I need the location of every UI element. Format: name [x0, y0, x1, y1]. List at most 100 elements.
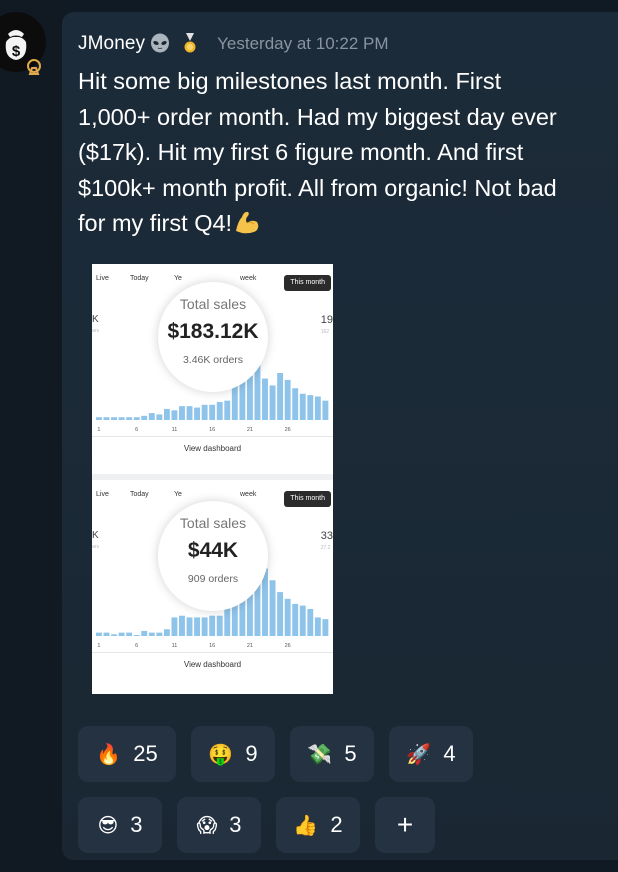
- chart-bar: [96, 417, 102, 420]
- username[interactable]: JMoney: [78, 33, 145, 55]
- flexed-biceps-icon: [232, 207, 262, 237]
- chart-bar: [239, 381, 246, 420]
- chart-bar: [126, 417, 133, 420]
- chart-bar: [118, 417, 125, 420]
- chart-bar: [194, 407, 201, 420]
- chart-bar: [262, 378, 268, 420]
- tab-today: Today: [130, 275, 149, 282]
- tab-week: week: [240, 275, 257, 282]
- tab-yesterday: Ye: [174, 491, 182, 498]
- fire-icon: 🔥: [96, 742, 122, 766]
- chart-bar: [96, 632, 102, 636]
- reaction-screaming[interactable]: 😱 3: [177, 797, 261, 853]
- reaction-rocket[interactable]: 🚀 4: [389, 726, 473, 782]
- chart-bar: [111, 417, 117, 420]
- message-line: for my first Q4!: [78, 210, 233, 236]
- chart-bar: [209, 404, 216, 420]
- reaction-count: 2: [330, 812, 343, 837]
- message-text: Hit some big milestones last month. Firs…: [78, 64, 618, 242]
- add-reaction-button[interactable]: +: [375, 797, 435, 853]
- divider: [92, 652, 333, 653]
- tab-live: Live: [96, 275, 109, 282]
- chart-bar: [103, 417, 110, 420]
- chart-bar: [163, 629, 170, 636]
- avatar[interactable]: $: [0, 12, 48, 76]
- tab-today: Today: [130, 491, 149, 498]
- money-bag-icon: $: [0, 12, 46, 75]
- chart-bar: [141, 415, 148, 420]
- sunglasses-face-icon: 😎: [97, 813, 119, 837]
- reaction-money-mouth[interactable]: 🤑 9: [191, 726, 275, 782]
- x-tick-label: 6: [135, 643, 138, 649]
- left-rail: [0, 0, 62, 872]
- screaming-face-icon: 😱: [196, 813, 218, 837]
- reaction-thumbs-up[interactable]: 👍 2: [276, 797, 360, 853]
- chart-bar: [224, 400, 231, 420]
- reaction-fire[interactable]: 🔥 25: [78, 726, 176, 782]
- total-sales-magnifier: Total sales $183.12K 3.46K orders: [158, 282, 268, 392]
- x-tick-label: 16: [209, 427, 215, 433]
- chart-bar: [314, 617, 321, 636]
- chart-bar: [284, 379, 291, 420]
- reaction-count: 3: [130, 812, 143, 837]
- chart-bar: [194, 617, 201, 636]
- chart-bar: [307, 608, 314, 636]
- tab-live: Live: [96, 491, 109, 498]
- chart-bar: [216, 402, 223, 420]
- x-tick-label: 1: [97, 643, 100, 649]
- reaction-money-with-wings[interactable]: 💸 5: [290, 726, 374, 782]
- chart-bar: [269, 385, 276, 420]
- orders-count: 3.46K orders: [182, 354, 244, 366]
- x-tick-label: 26: [285, 427, 291, 433]
- x-tick-label: 6: [135, 427, 138, 433]
- chart-bar: [186, 406, 193, 420]
- message-line: 1,000+ order month. Had my biggest day e…: [78, 103, 557, 130]
- tab-yesterday: Ye: [174, 275, 182, 282]
- chart-bar: [111, 634, 117, 636]
- chart-bar: [171, 617, 178, 636]
- money-mouth-face-icon: 🤑: [208, 742, 234, 766]
- x-tick-label: 1: [97, 427, 100, 433]
- total-sales-value: $44K: [187, 539, 239, 562]
- reaction-count: 25: [133, 741, 158, 766]
- reaction-count: 5: [344, 741, 357, 766]
- total-sales-magnifier: Total sales $44K 909 orders: [158, 501, 268, 611]
- total-sales-label: Total sales: [179, 515, 247, 531]
- chart-bar: [179, 406, 185, 420]
- reaction-count: 4: [443, 741, 456, 766]
- chart-bar: [201, 404, 208, 420]
- chart-bar: [231, 385, 238, 420]
- x-tick-label: 26: [285, 643, 291, 649]
- timestamp: Yesterday at 10:22 PM: [217, 34, 389, 53]
- reaction-count: 9: [245, 741, 258, 766]
- chart-bar: [307, 395, 314, 420]
- chart-bar: [156, 632, 163, 636]
- chart-bar: [216, 615, 223, 636]
- chart-bar: [277, 373, 284, 420]
- chart-bar: [284, 598, 291, 636]
- chart-bar: [148, 632, 155, 636]
- chart-bar: [126, 632, 133, 636]
- x-tick-label: 11: [172, 643, 178, 649]
- chart-bar: [292, 388, 299, 420]
- chart-bar: [314, 396, 321, 420]
- x-tick-label: 11: [172, 427, 178, 433]
- chart-bar: [292, 603, 299, 636]
- money-with-wings-icon: 💸: [307, 742, 333, 766]
- dashboard-screenshot[interactable]: Live Today Ye week This month K ars 19 1…: [92, 264, 333, 694]
- chart-bar: [322, 619, 329, 636]
- chart-bar: [103, 632, 110, 636]
- rocket-icon: 🚀: [406, 742, 432, 766]
- chart-bar: [277, 592, 284, 636]
- chart-bar: [118, 632, 125, 636]
- tab-week: week: [240, 491, 257, 498]
- chart-bar: [201, 617, 208, 636]
- divider: [92, 436, 333, 437]
- chart-bar: [209, 615, 216, 636]
- view-dashboard-link: View dashboard: [183, 444, 242, 453]
- reaction-sunglasses[interactable]: 😎 3: [78, 797, 162, 853]
- svg-text:$: $: [12, 43, 21, 60]
- chart-bar: [246, 375, 253, 420]
- dashboard-panel: Live Today Ye week This month K ars 33 2…: [92, 480, 333, 692]
- chart-bar: [148, 413, 155, 420]
